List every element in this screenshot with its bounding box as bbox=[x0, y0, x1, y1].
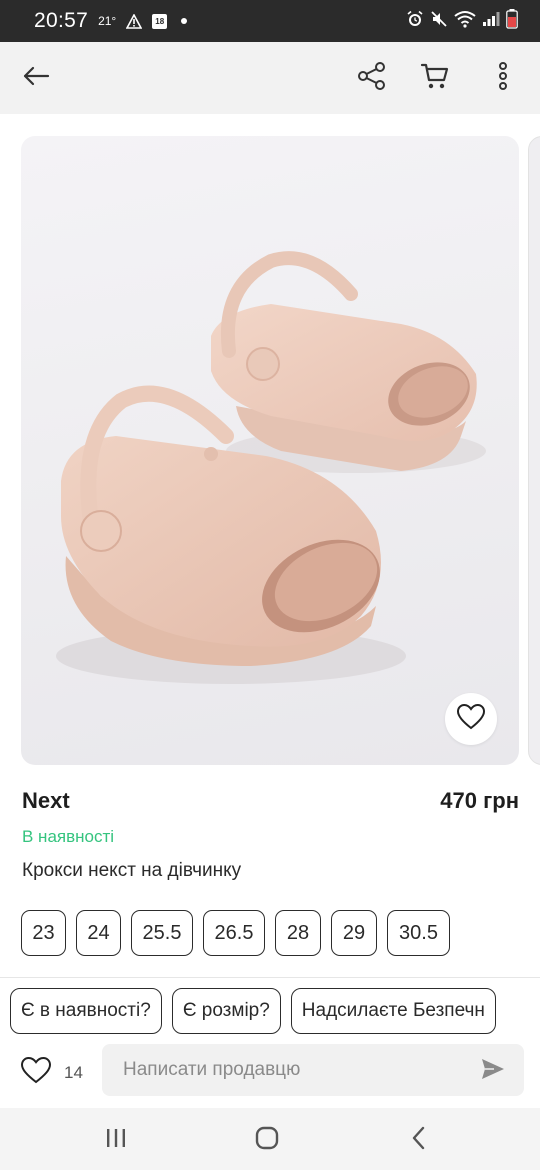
system-nav-bar bbox=[0, 1108, 540, 1170]
temperature-readout: 21° bbox=[98, 14, 117, 28]
availability-status: В наявності bbox=[22, 827, 115, 846]
cart-icon bbox=[420, 61, 450, 96]
message-bar: 14 Написати продавцю bbox=[0, 1040, 540, 1104]
photo-gallery[interactable] bbox=[0, 114, 540, 774]
back-arrow-icon bbox=[22, 66, 50, 91]
size-chip[interactable]: 28 bbox=[275, 910, 321, 956]
mute-icon bbox=[430, 10, 448, 33]
more-vertical-icon bbox=[497, 61, 509, 96]
home-button[interactable] bbox=[253, 1126, 281, 1154]
recents-button[interactable] bbox=[102, 1126, 130, 1154]
message-placeholder: Написати продавцю bbox=[123, 1059, 301, 1080]
back-button[interactable] bbox=[18, 60, 54, 96]
quick-replies: Є в наявності? Є розмір? Надсилаєте Безп… bbox=[10, 988, 496, 1034]
chevron-left-icon bbox=[409, 1125, 429, 1156]
app-bar bbox=[0, 42, 540, 114]
send-button[interactable] bbox=[480, 1057, 506, 1086]
status-time: 20:57 bbox=[34, 9, 89, 32]
home-icon bbox=[254, 1125, 280, 1156]
system-back-button[interactable] bbox=[405, 1126, 433, 1154]
calendar-icon: 18 bbox=[152, 13, 168, 29]
warning-icon bbox=[126, 13, 143, 29]
quick-reply-size[interactable]: Є розмір? bbox=[171, 988, 281, 1034]
product-photo[interactable] bbox=[21, 136, 519, 765]
product-title: Крокси некст на дівчинку bbox=[22, 860, 242, 881]
like-button[interactable]: 14 bbox=[20, 1056, 83, 1089]
like-count: 14 bbox=[64, 1062, 83, 1082]
size-chip[interactable]: 25.5 bbox=[131, 910, 193, 956]
quick-reply-safe-delivery[interactable]: Надсилаєте Безпечн bbox=[290, 988, 496, 1034]
more-options-button[interactable] bbox=[485, 60, 521, 96]
dot-icon bbox=[181, 18, 188, 24]
divider bbox=[0, 977, 540, 978]
size-chip[interactable]: 30.5 bbox=[387, 910, 450, 956]
share-button[interactable] bbox=[354, 60, 390, 96]
heart-icon bbox=[456, 703, 486, 736]
recents-icon bbox=[104, 1127, 128, 1154]
size-chip[interactable]: 23 bbox=[21, 910, 66, 956]
send-icon bbox=[480, 1059, 506, 1085]
heart-outline-icon bbox=[20, 1056, 52, 1089]
wifi-icon bbox=[454, 10, 476, 33]
share-icon bbox=[357, 61, 387, 96]
quick-reply-in-stock[interactable]: Є в наявності? bbox=[10, 988, 162, 1034]
size-chip[interactable]: 24 bbox=[76, 910, 121, 956]
alarm-icon bbox=[406, 10, 424, 33]
message-input[interactable]: Написати продавцю bbox=[102, 1044, 524, 1096]
cart-button[interactable] bbox=[417, 60, 453, 96]
size-chip[interactable]: 29 bbox=[331, 910, 377, 956]
size-chip[interactable]: 26.5 bbox=[203, 910, 265, 956]
battery-icon bbox=[506, 8, 518, 34]
signal-icon bbox=[482, 11, 500, 32]
product-brand: Next bbox=[22, 788, 70, 813]
status-bar: 20:57 21° 18 bbox=[0, 0, 540, 42]
calendar-day: 18 bbox=[155, 16, 165, 26]
sandals-image bbox=[56, 251, 486, 684]
product-price: 470 грн bbox=[440, 788, 519, 813]
next-photo-preview[interactable] bbox=[528, 136, 540, 765]
size-list: 23 24 25.5 26.5 28 29 30.5 bbox=[21, 910, 450, 956]
favorite-button[interactable] bbox=[445, 693, 497, 745]
